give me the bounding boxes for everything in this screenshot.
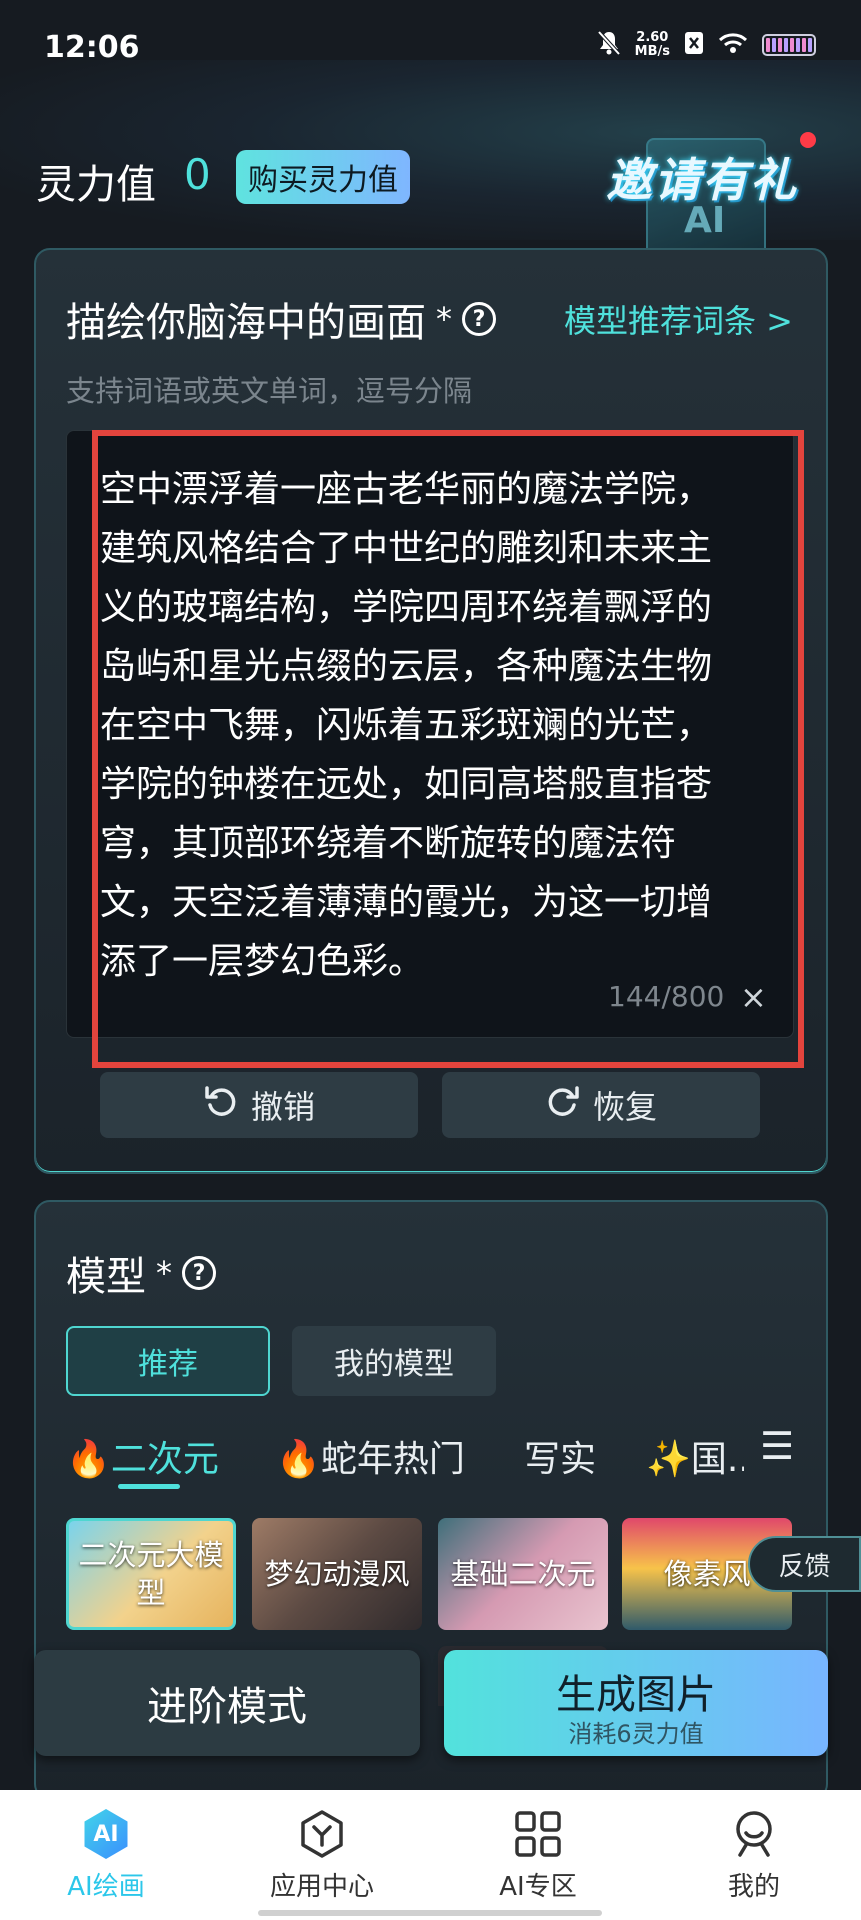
invite-banner[interactable]: AI 邀请有礼 (606, 126, 816, 258)
category-tab-guofeng[interactable]: ✨国... (646, 1430, 744, 1482)
required-mark: * (436, 300, 452, 338)
wifi-icon (718, 32, 748, 58)
prompt-hint: 支持词语或英文单词，逗号分隔 (66, 374, 473, 408)
model-help-icon[interactable]: ? (182, 1256, 216, 1290)
nav-app-center[interactable]: 应用中心 (232, 1808, 412, 1903)
net-speed-unit: MB/s (634, 44, 670, 59)
undo-icon (203, 1083, 239, 1128)
model-required-mark: * (156, 1254, 172, 1292)
profile-icon (728, 1808, 780, 1860)
segment-my-models[interactable]: 我的模型 (292, 1326, 496, 1396)
power-value: 0 (184, 150, 211, 199)
category-tab-realistic[interactable]: 写实 (524, 1430, 596, 1482)
buy-power-button[interactable]: 购买灵力值 (236, 150, 410, 204)
sim-icon (684, 31, 704, 59)
help-icon[interactable]: ? (462, 302, 496, 336)
notification-dot (800, 132, 816, 148)
redo-icon (545, 1083, 581, 1128)
generate-image-button[interactable]: 生成图片 消耗6灵力值 (444, 1650, 828, 1756)
generate-label: 生成图片 (556, 1672, 716, 1718)
ai-hexagon-icon: AI (80, 1808, 132, 1860)
category-tab-snake-year[interactable]: 🔥蛇年热门 (276, 1430, 465, 1482)
model-title: 模型 (66, 1254, 146, 1300)
generate-cost: 消耗6灵力值 (568, 1720, 704, 1748)
nav-mine[interactable]: 我的 (664, 1808, 844, 1903)
advanced-mode-button[interactable]: 进阶模式 (34, 1650, 420, 1756)
highlight-annotation-box (92, 430, 804, 1068)
model-card-dreamy-anime[interactable]: 梦幻动漫风 (252, 1518, 422, 1630)
category-tab-anime[interactable]: 🔥二次元 (66, 1430, 219, 1482)
nav-label-ai-drawing: AI绘画 (67, 1872, 145, 1902)
model-card-basic-anime[interactable]: 基础二次元 (438, 1518, 608, 1630)
nav-label-mine: 我的 (727, 1872, 780, 1902)
model-card-anime-large[interactable]: 二次元大模型 (66, 1518, 236, 1630)
battery-icon (762, 34, 816, 56)
nav-label-app-center: 应用中心 (269, 1872, 374, 1902)
category-menu-icon[interactable]: ☰ (760, 1424, 794, 1468)
invite-label: 邀请有礼 (606, 153, 798, 207)
category-active-underline (118, 1484, 180, 1489)
mute-bell-icon (597, 30, 621, 60)
nav-ai-drawing[interactable]: AI AI绘画 (16, 1808, 196, 1903)
net-speed-value: 2.60 (636, 30, 669, 45)
recommend-terms-link[interactable]: 模型推荐词条 > (564, 296, 793, 342)
status-icons: 2.60 MB/s (597, 30, 816, 60)
undo-button[interactable]: 撤销 (100, 1072, 418, 1138)
ai-icon-text: AI (84, 1809, 128, 1859)
nav-ai-zone[interactable]: AI专区 (448, 1808, 628, 1903)
prompt-title-row: 描绘你脑海中的画面 * ? (66, 290, 496, 348)
home-indicator[interactable] (258, 1910, 602, 1916)
app-center-icon (296, 1808, 348, 1860)
net-speed: 2.60 MB/s (635, 31, 670, 59)
redo-label: 恢复 (592, 1088, 657, 1126)
segment-recommend[interactable]: 推荐 (66, 1326, 270, 1396)
nav-label-ai-zone: AI专区 (499, 1872, 577, 1902)
undo-label: 撤销 (250, 1088, 315, 1126)
power-label: 灵力值 (36, 162, 156, 208)
model-title-row: 模型 * ? (66, 1244, 216, 1302)
redo-button[interactable]: 恢复 (442, 1072, 760, 1138)
feedback-button[interactable]: 反馈 (748, 1536, 861, 1592)
prompt-title: 描绘你脑海中的画面 (66, 300, 426, 346)
grid-icon (512, 1808, 564, 1860)
